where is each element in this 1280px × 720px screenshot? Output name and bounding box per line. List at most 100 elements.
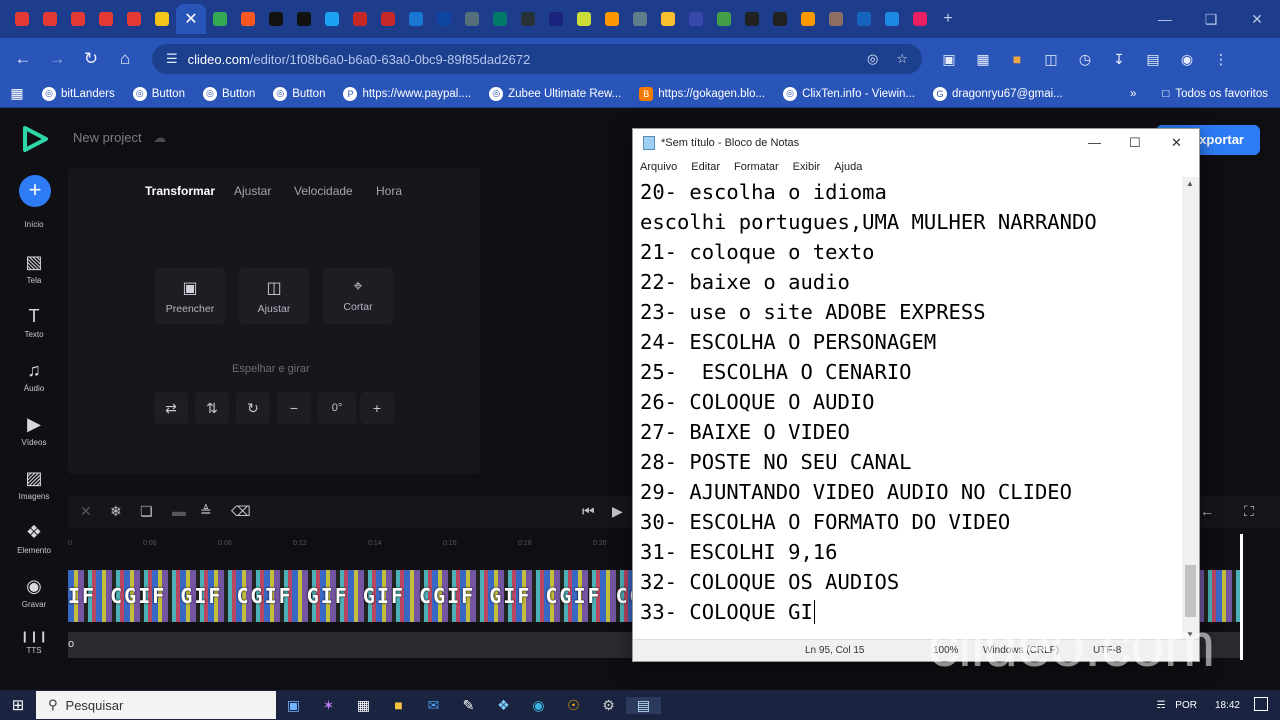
mail-icon[interactable]: ✉: [416, 697, 451, 714]
download-icon[interactable]: ↧: [1102, 51, 1136, 68]
extension-orange-icon[interactable]: ■: [1000, 51, 1034, 67]
bookmark-item[interactable]: Phttps://www.paypal....: [343, 86, 471, 101]
chrome-icon[interactable]: ☉: [556, 697, 591, 714]
playhead[interactable]: [1240, 534, 1243, 660]
play-icon[interactable]: ▶: [612, 503, 623, 520]
scroll-up-icon[interactable]: ▲: [1186, 179, 1194, 188]
browser-tab[interactable]: [346, 5, 374, 33]
browser-tab[interactable]: [878, 5, 906, 33]
clock[interactable]: 18:42: [1215, 700, 1240, 711]
browser-tab[interactable]: [514, 5, 542, 33]
menu-dots-icon[interactable]: ⋮: [1204, 51, 1238, 68]
browser-tab[interactable]: [92, 5, 120, 33]
tab-velocidade[interactable]: Velocidade: [294, 184, 353, 198]
notepad-titlebar[interactable]: *Sem título - Bloco de Notas: [633, 129, 1199, 157]
new-tab-icon[interactable]: +: [934, 5, 962, 33]
browser-tab[interactable]: [822, 5, 850, 33]
browser-tab[interactable]: [64, 5, 92, 33]
edge-icon[interactable]: ◉: [521, 697, 556, 714]
notepad-text-area[interactable]: 20- escolha o idioma escolhi portugues,UM…: [640, 177, 1180, 629]
browser-tab[interactable]: [682, 5, 710, 33]
active-tab-close-icon[interactable]: ✕: [176, 4, 206, 34]
apps-grid-icon[interactable]: ▦: [0, 85, 34, 102]
browser-tab[interactable]: [598, 5, 626, 33]
taskview-icon[interactable]: ▣: [276, 697, 311, 714]
notepad-menu-formatar[interactable]: Formatar: [734, 161, 779, 173]
browser-tab[interactable]: [318, 5, 346, 33]
site-info-icon[interactable]: ☰: [166, 51, 178, 67]
rotate-decrease-button[interactable]: −: [277, 392, 311, 424]
windows-start-icon[interactable]: ⊞: [0, 696, 36, 714]
tab-hora[interactable]: Hora: [376, 184, 402, 198]
bookmark-item[interactable]: ◎ Zubee Ultimate Rew...: [489, 86, 621, 101]
avatar[interactable]: ◉: [1170, 51, 1204, 68]
all-bookmarks-button[interactable]: □ Todos os favoritos: [1162, 88, 1268, 100]
browser-tab[interactable]: [486, 5, 514, 33]
reload-icon[interactable]: ↻: [74, 49, 108, 69]
close-icon[interactable]: ✕: [1234, 11, 1280, 28]
flip-vertical-icon[interactable]: ⇅: [195, 392, 229, 424]
settings-icon[interactable]: ⚙: [591, 697, 626, 714]
cast-icon[interactable]: ▤: [1136, 51, 1170, 68]
browser-tab[interactable]: [36, 5, 64, 33]
browser-tab[interactable]: [710, 5, 738, 33]
bookmark-item[interactable]: ◎ Button: [132, 86, 185, 101]
browser-tab[interactable]: [542, 5, 570, 33]
maximize-icon[interactable]: ❑: [1188, 11, 1234, 28]
delete-icon[interactable]: ⌫: [231, 503, 251, 520]
explorer-icon[interactable]: ■: [381, 697, 416, 713]
rotate-icon[interactable]: ↻: [236, 392, 270, 424]
arrow-left-icon[interactable]: ←: [1200, 503, 1214, 519]
clideo-logo-icon[interactable]: [22, 126, 48, 152]
browser-tab[interactable]: [738, 5, 766, 33]
sidebar-item-elemento[interactable]: ❖ Elemento: [0, 522, 68, 555]
browser-tab[interactable]: [626, 5, 654, 33]
skip-back-icon[interactable]: ⏮: [582, 503, 595, 520]
bookmark-item[interactable]: ◎ bitLanders: [42, 86, 115, 101]
forward-arrow-icon[interactable]: →: [40, 49, 74, 69]
add-media-button[interactable]: +: [19, 175, 51, 207]
freeze-icon[interactable]: ❄: [110, 503, 122, 520]
taskbar-search[interactable]: ⚲ Pesquisar: [36, 691, 276, 719]
bookmark-item[interactable]: Gdragonryu67@gmai...: [932, 86, 1063, 101]
split-icon[interactable]: ▬: [172, 503, 186, 519]
store-icon[interactable]: ▦: [346, 697, 381, 714]
browser-tab[interactable]: [766, 5, 794, 33]
star-icon[interactable]: ☆: [896, 51, 908, 67]
browser-tab[interactable]: [794, 5, 822, 33]
puzzle-icon[interactable]: ◫: [1034, 51, 1068, 68]
sidebar-item-imagens[interactable]: ▨ Imagens: [0, 468, 68, 501]
sidebar-item-vídeos[interactable]: ▶ Vídeos: [0, 414, 68, 447]
browser-tab[interactable]: [120, 5, 148, 33]
notepad-menu-exibir[interactable]: Exibir: [793, 161, 821, 173]
history-icon[interactable]: ◷: [1068, 51, 1102, 68]
browser-tab[interactable]: [206, 5, 234, 33]
home-icon[interactable]: ⌂: [108, 49, 142, 69]
notepad-scrollbar[interactable]: ▲ ▼: [1182, 177, 1199, 641]
notes-icon[interactable]: ✎: [451, 697, 486, 714]
project-name[interactable]: New project ☁: [73, 130, 166, 146]
notepad-close-icon[interactable]: ✕: [1171, 135, 1182, 151]
extension-icon[interactable]: ▣: [932, 51, 966, 68]
fit-button[interactable]: ◫ Ajustar: [239, 268, 309, 324]
crop-button[interactable]: ⌖ Cortar: [323, 268, 393, 324]
notepad-window[interactable]: *Sem título - Bloco de Notas — ☐ ✕ Arqui…: [632, 128, 1200, 662]
browser-tab[interactable]: [8, 5, 36, 33]
fullscreen-icon[interactable]: ⛶: [1244, 503, 1254, 520]
flip-horizontal-icon[interactable]: ⇄: [154, 392, 188, 424]
chevron-right-icon[interactable]: »: [1130, 88, 1136, 100]
minimize-icon[interactable]: —: [1142, 11, 1188, 27]
fill-button[interactable]: ▣ Preencher: [155, 268, 225, 324]
sidebar-item-inicio[interactable]: Início: [0, 220, 68, 229]
browser-tab[interactable]: [234, 5, 262, 33]
bookmark-item[interactable]: ◎ Button: [202, 86, 255, 101]
sidebar-item-tts[interactable]: ❙❙❙ TTS: [0, 630, 68, 655]
notepad-taskbar-icon[interactable]: ▤: [626, 696, 661, 714]
notepad-menu-editar[interactable]: Editar: [691, 161, 720, 173]
align-icon[interactable]: ≜: [200, 503, 212, 520]
sidebar-item-gravar[interactable]: ◉ Gravar: [0, 576, 68, 609]
eye-off-icon[interactable]: ◎: [867, 51, 878, 67]
translate-icon[interactable]: ▦: [966, 51, 1000, 68]
browser-tab[interactable]: [374, 5, 402, 33]
browser-tab[interactable]: [262, 5, 290, 33]
